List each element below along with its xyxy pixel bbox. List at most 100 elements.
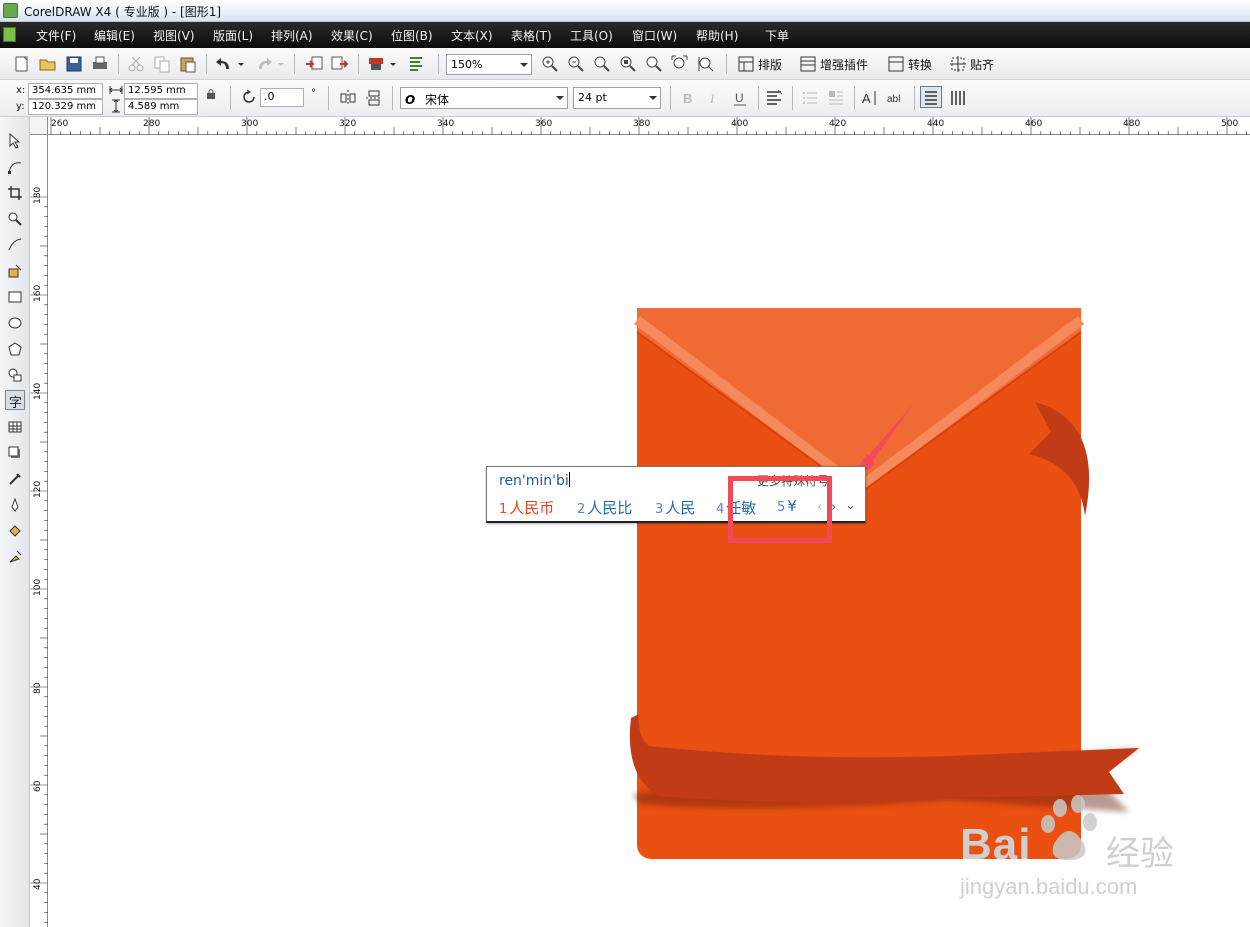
snap-icon[interactable] bbox=[948, 54, 968, 74]
layout-button[interactable]: 排版 bbox=[758, 56, 782, 73]
ime-candidate[interactable]: 1 人民币 bbox=[499, 497, 554, 518]
font-size-select[interactable]: 24 pt bbox=[573, 87, 661, 109]
outline-tool-icon[interactable] bbox=[5, 495, 25, 515]
ruler-tick-label: 140 bbox=[33, 382, 43, 400]
new-document-icon[interactable] bbox=[12, 54, 32, 74]
table-tool-icon[interactable] bbox=[5, 417, 25, 437]
menu-layout[interactable]: 版面(L) bbox=[213, 27, 253, 44]
pick-tool-icon[interactable] bbox=[5, 131, 25, 151]
paste-icon[interactable] bbox=[178, 54, 198, 74]
window-title: CorelDRAW X4 ( 专业版 ) - [图形1] bbox=[24, 5, 222, 19]
vertical-text-icon[interactable] bbox=[948, 88, 968, 108]
import-icon[interactable] bbox=[304, 54, 324, 74]
rotation-input[interactable]: .0 bbox=[260, 88, 304, 107]
zoom-level-select[interactable]: 150% bbox=[446, 54, 532, 75]
ime-candidate[interactable]: 2 人民比 bbox=[577, 497, 632, 518]
menu-view[interactable]: 视图(V) bbox=[153, 27, 195, 44]
text-format-icon[interactable]: abl bbox=[886, 88, 906, 108]
launcher-dropdown-icon[interactable] bbox=[388, 54, 398, 74]
cut-icon[interactable] bbox=[126, 54, 146, 74]
zoom-in-icon[interactable] bbox=[540, 54, 560, 74]
zoom-tool-icon[interactable] bbox=[5, 209, 25, 229]
menu-bitmaps[interactable]: 位图(B) bbox=[391, 27, 433, 44]
watermark-brand: Bai bbox=[960, 820, 1032, 869]
horizontal-text-icon[interactable] bbox=[920, 86, 942, 108]
menu-text[interactable]: 文本(X) bbox=[451, 27, 493, 44]
menu-help[interactable]: 帮助(H) bbox=[696, 27, 738, 44]
zoom-out-icon[interactable] bbox=[566, 54, 586, 74]
zoom-page-icon[interactable] bbox=[644, 54, 664, 74]
bold-icon[interactable]: B bbox=[678, 88, 698, 108]
application-launcher-icon[interactable] bbox=[366, 54, 386, 74]
rectangle-tool-icon[interactable] bbox=[5, 287, 25, 307]
zoom-page-height-icon[interactable] bbox=[696, 54, 716, 74]
coreldraw-app-icon[interactable] bbox=[3, 3, 18, 18]
ruler-tick-label: 460 bbox=[1025, 119, 1043, 129]
y-position-input[interactable]: 120.329 mm bbox=[28, 99, 103, 115]
title-bar: CorelDRAW X4 ( 专业版 ) - [图形1] bbox=[0, 0, 1250, 22]
drop-shadow-tool-icon[interactable] bbox=[5, 443, 25, 463]
italic-icon[interactable]: I bbox=[704, 88, 724, 108]
menu-effects[interactable]: 效果(C) bbox=[331, 27, 373, 44]
freehand-tool-icon[interactable] bbox=[5, 235, 25, 255]
eyedropper-tool-icon[interactable] bbox=[5, 469, 25, 489]
zoom-selected-icon[interactable] bbox=[592, 54, 612, 74]
ime-composition-text: ren'min'bi bbox=[499, 473, 569, 489]
redo-dropdown-icon[interactable] bbox=[276, 54, 286, 74]
width-input[interactable]: 12.595 mm bbox=[124, 83, 198, 99]
candidate-text: 人民币 bbox=[509, 499, 555, 517]
ime-candidate[interactable]: 3 人民 bbox=[655, 497, 695, 518]
x-position-input[interactable]: 354.635 mm bbox=[28, 83, 103, 99]
height-input[interactable]: 4.589 mm bbox=[124, 99, 198, 115]
mirror-vertical-icon[interactable] bbox=[364, 88, 384, 108]
zoom-page-width-icon[interactable] bbox=[670, 54, 690, 74]
welcome-screen-icon[interactable] bbox=[406, 54, 426, 74]
ruler-origin[interactable] bbox=[30, 117, 48, 135]
fill-tool-icon[interactable] bbox=[5, 521, 25, 541]
menu-edit[interactable]: 编辑(E) bbox=[94, 27, 135, 44]
ellipse-tool-icon[interactable] bbox=[5, 313, 25, 333]
menu-order[interactable]: 下单 bbox=[765, 27, 789, 44]
text-align-icon[interactable] bbox=[764, 88, 784, 108]
mirror-horizontal-icon[interactable] bbox=[338, 88, 358, 108]
open-folder-icon[interactable] bbox=[38, 54, 58, 74]
expand-candidates-icon[interactable]: ⌄ bbox=[845, 498, 856, 513]
horizontal-ruler[interactable]: 260 280 300 320 340 360 380 400 420 440 … bbox=[48, 117, 1250, 135]
undo-icon[interactable] bbox=[214, 54, 234, 74]
plugin-icon[interactable] bbox=[798, 54, 818, 74]
underline-icon[interactable]: U bbox=[730, 88, 750, 108]
redo-icon[interactable] bbox=[254, 54, 274, 74]
basic-shapes-tool-icon[interactable] bbox=[5, 365, 25, 385]
copy-icon[interactable] bbox=[152, 54, 172, 74]
menu-window[interactable]: 窗口(W) bbox=[632, 27, 677, 44]
document-icon[interactable] bbox=[3, 27, 16, 42]
export-icon[interactable] bbox=[330, 54, 350, 74]
menu-file[interactable]: 文件(F) bbox=[36, 27, 76, 44]
save-icon[interactable] bbox=[64, 54, 84, 74]
ruler-tick-label: 260 bbox=[51, 119, 69, 129]
shape-tool-icon[interactable] bbox=[5, 157, 25, 177]
print-icon[interactable] bbox=[90, 54, 110, 74]
convert-icon[interactable] bbox=[886, 54, 906, 74]
drop-cap-icon[interactable] bbox=[826, 88, 846, 108]
menu-table[interactable]: 表格(T) bbox=[511, 27, 552, 44]
vertical-ruler[interactable]: 180 160 140 120 100 80 60 40 bbox=[30, 135, 48, 927]
lock-ratio-icon[interactable] bbox=[204, 87, 218, 101]
font-size-value: 24 pt bbox=[578, 91, 607, 104]
convert-button[interactable]: 转换 bbox=[908, 56, 932, 73]
smart-fill-tool-icon[interactable] bbox=[5, 261, 25, 281]
zoom-all-objects-icon[interactable] bbox=[618, 54, 638, 74]
polygon-tool-icon[interactable] bbox=[5, 339, 25, 359]
layout-icon[interactable] bbox=[736, 54, 756, 74]
plugin-button[interactable]: 增强插件 bbox=[820, 56, 868, 73]
text-tool-icon[interactable]: 字 bbox=[5, 390, 25, 410]
menu-tools[interactable]: 工具(O) bbox=[570, 27, 613, 44]
undo-dropdown-icon[interactable] bbox=[236, 54, 246, 74]
bullet-list-icon[interactable] bbox=[800, 88, 820, 108]
edit-text-icon[interactable]: A bbox=[860, 88, 880, 108]
snap-button[interactable]: 贴齐 bbox=[970, 56, 994, 73]
crop-tool-icon[interactable] bbox=[5, 183, 25, 203]
menu-arrange[interactable]: 排列(A) bbox=[271, 27, 313, 44]
font-family-select[interactable]: O 宋体 bbox=[400, 87, 568, 109]
interactive-fill-tool-icon[interactable] bbox=[5, 547, 25, 567]
